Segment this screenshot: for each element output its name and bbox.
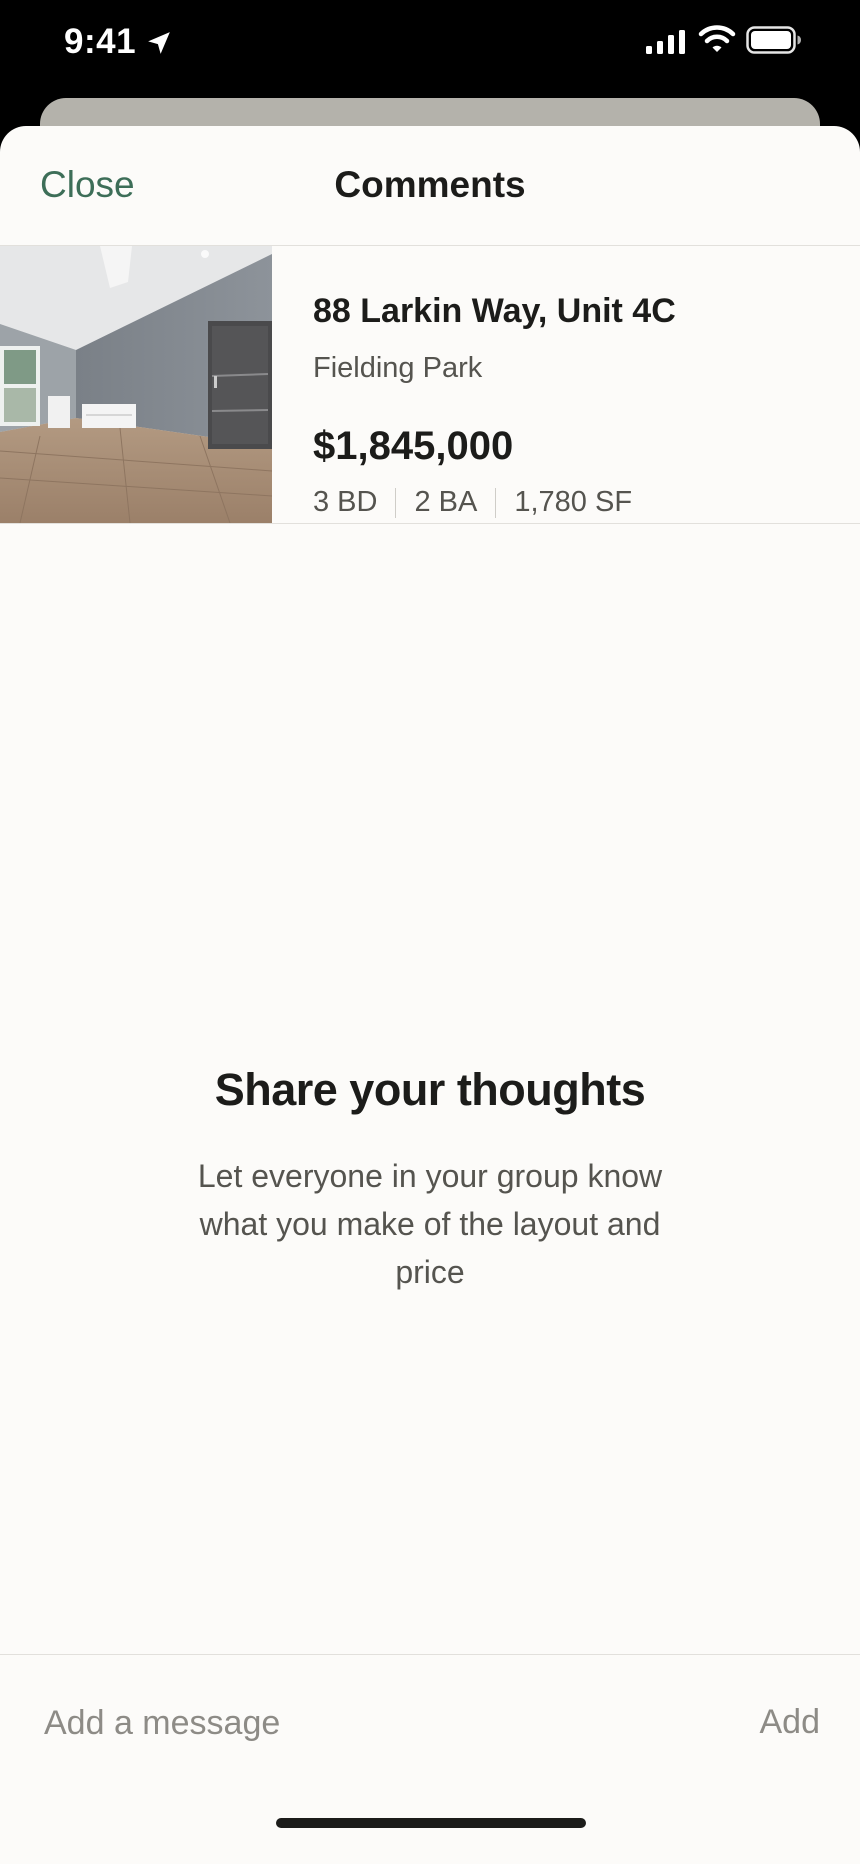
add-button[interactable]: Add	[760, 1703, 821, 1742]
listing-beds: 3 BD	[313, 486, 378, 518]
listing-photo	[0, 246, 272, 523]
listing-baths: 2 BA	[414, 486, 478, 518]
page-title: Comments	[334, 164, 526, 205]
room-photo	[0, 246, 272, 523]
comments-sheet: Close Comments 88 Larkin Way, Unit 4C Fi…	[0, 126, 860, 1864]
message-composer: Add	[0, 1654, 860, 1864]
home-indicator[interactable]	[276, 1818, 586, 1828]
cellular-signal-icon	[646, 30, 685, 54]
status-bar: 9:41	[0, 0, 860, 96]
listing-neighborhood: Fielding Park	[313, 352, 483, 384]
empty-state: Share your thoughts Let everyone in your…	[0, 1064, 860, 1296]
listing-area: 1,780 SF	[514, 486, 633, 518]
listing-price: $1,845,000	[313, 424, 514, 468]
location-arrow-icon	[148, 32, 170, 54]
battery-icon	[746, 26, 801, 54]
phone-screen: 9:41 Close Comments 88 Larkin Way, Unit …	[0, 0, 860, 1864]
listing-card[interactable]: 88 Larkin Way, Unit 4C Fielding Park $1,…	[0, 246, 860, 524]
empty-state-body: Let everyone in your group know what you…	[197, 1158, 663, 1290]
message-input[interactable]	[44, 1693, 664, 1753]
wifi-icon	[698, 25, 736, 52]
spec-divider	[395, 487, 397, 518]
empty-state-title: Share your thoughts	[214, 1064, 646, 1115]
listing-address: 88 Larkin Way, Unit 4C	[313, 292, 676, 330]
navigation-bar: Close Comments	[0, 126, 860, 246]
listing-specs: 3 BD 2 BA 1,780 SF	[313, 486, 632, 519]
status-time: 9:41	[64, 22, 137, 61]
spec-divider	[495, 487, 497, 518]
